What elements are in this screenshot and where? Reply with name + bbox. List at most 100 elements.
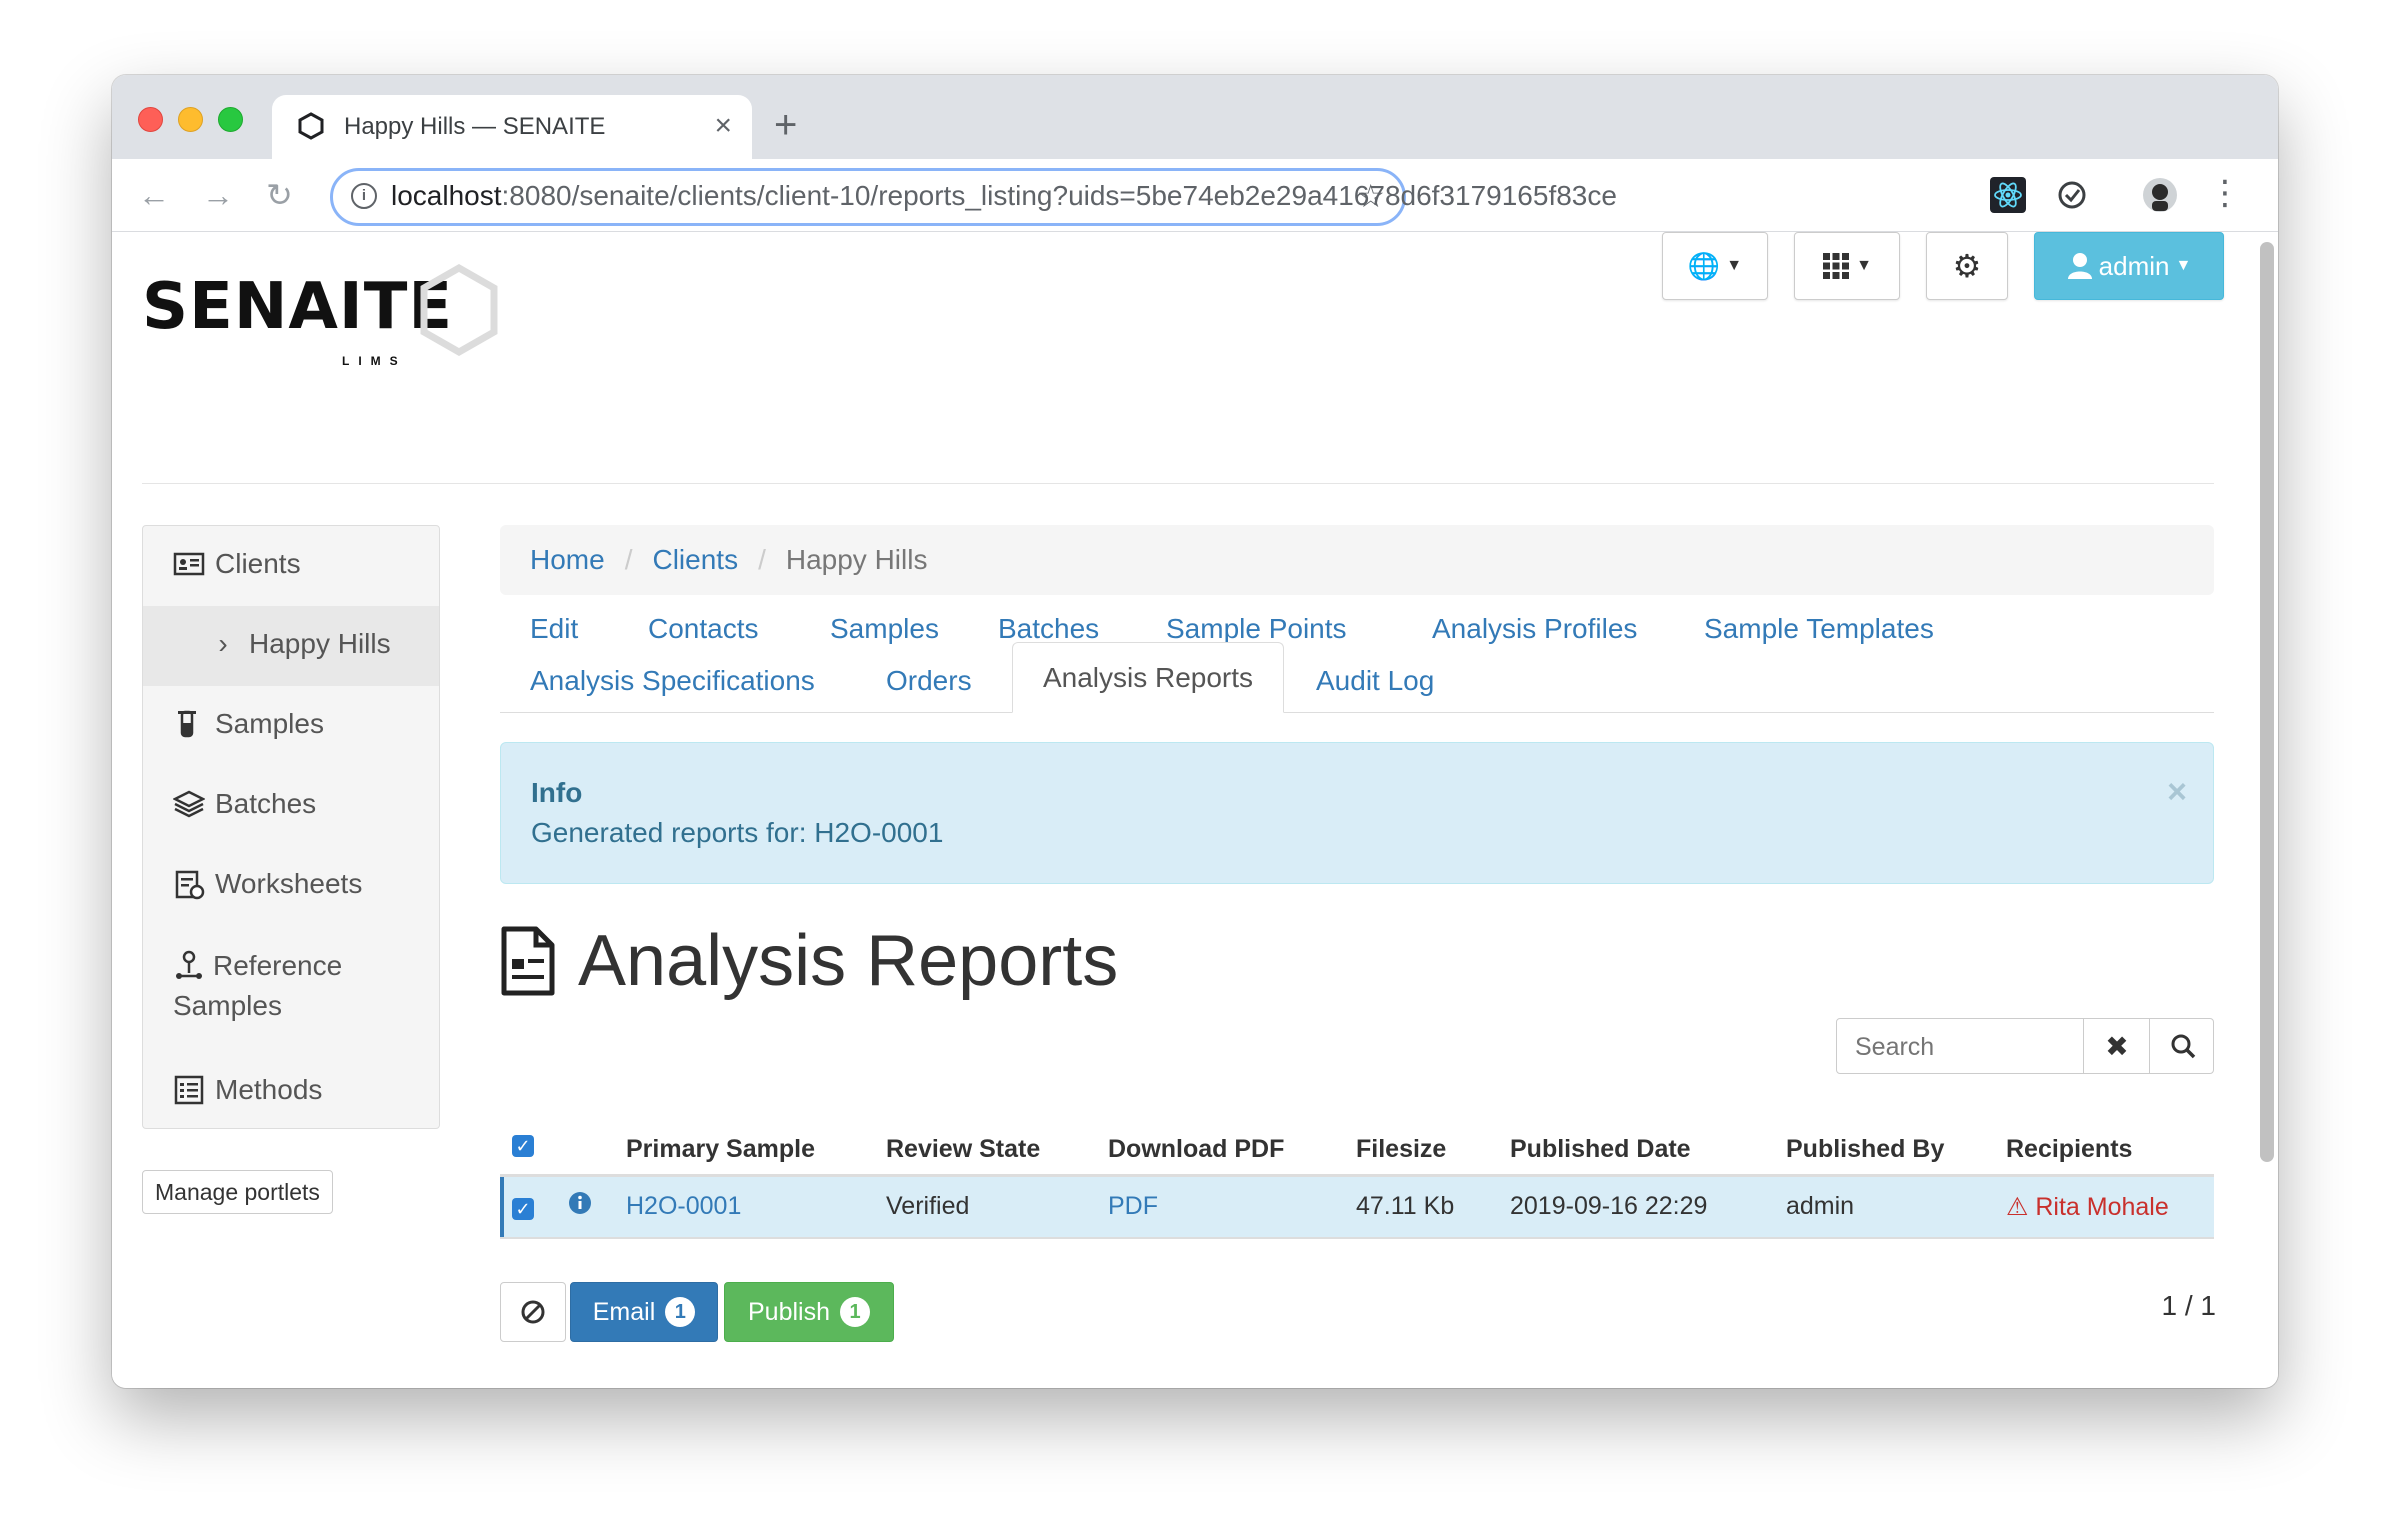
senaite-logo[interactable]: SENAITE LIMS [142, 264, 498, 368]
caret-down-icon: ▼ [2175, 257, 2192, 274]
manage-portlets-button[interactable]: Manage portlets [142, 1170, 333, 1214]
breadcrumb-separator: / [758, 544, 766, 575]
new-tab-button[interactable]: + [774, 105, 797, 145]
tab-close-icon[interactable]: × [714, 109, 732, 143]
tab-audit-log[interactable]: Audit Log [1316, 665, 1434, 697]
sidebar-nav: Clients › Happy Hills Samples Batches Wo… [142, 525, 440, 1129]
publish-label: Publish [748, 1297, 830, 1326]
minimize-window-button[interactable] [178, 107, 203, 132]
ban-icon [521, 1300, 545, 1324]
select-all-checkbox[interactable]: ✓ [512, 1135, 534, 1157]
url-path: :8080/senaite/clients/client-10/reports_… [501, 180, 1617, 211]
download-pdf-link[interactable]: PDF [1108, 1192, 1158, 1221]
tab-analysis-specifications[interactable]: Analysis Specifications [530, 665, 815, 697]
apps-dropdown[interactable]: ▼ [1794, 232, 1900, 300]
search-input[interactable] [1837, 1019, 2103, 1075]
user-icon [2067, 253, 2092, 279]
logo-text: SENAITE [142, 270, 454, 344]
reload-icon[interactable]: ↻ [266, 177, 293, 213]
alert-title: Info [531, 777, 583, 808]
recipient-name: Rita Mohale [2035, 1193, 2169, 1221]
sidebar-item-batches[interactable]: Batches [143, 788, 469, 820]
published-date: 2019-09-16 22:29 [1510, 1192, 1708, 1220]
column-header[interactable]: Review State [886, 1135, 1040, 1164]
language-dropdown[interactable]: 🌐 ▼ [1662, 232, 1768, 300]
sidebar-item-samples[interactable]: Samples [143, 708, 469, 740]
sidebar-item-clients[interactable]: Clients [143, 548, 469, 580]
url-text[interactable]: localhost:8080/senaite/clients/client-10… [391, 180, 1617, 212]
chevron-right-icon: › [218, 628, 228, 659]
tab-batches[interactable]: Batches [998, 613, 1099, 645]
column-header[interactable]: Primary Sample [626, 1135, 815, 1164]
react-devtools-icon[interactable] [1990, 177, 2026, 213]
breadcrumb-separator: / [624, 544, 633, 575]
column-header[interactable]: Filesize [1356, 1135, 1446, 1164]
tab-orders[interactable]: Orders [886, 665, 972, 697]
tab-samples[interactable]: Samples [830, 613, 939, 645]
filesize: 47.11 Kb [1356, 1192, 1455, 1220]
table-row-divider [500, 1237, 2214, 1239]
table-row[interactable]: ✓ H2O-0001 Verified PDF 47.11 Kb 2019-09… [500, 1177, 2214, 1237]
client-card-icon [173, 552, 205, 576]
deselect-button[interactable] [500, 1282, 566, 1342]
maximize-window-button[interactable] [218, 107, 243, 132]
user-name: admin [2098, 250, 2170, 281]
back-arrow-icon[interactable]: ← [138, 177, 170, 213]
page-title: Analysis Reports [578, 921, 1119, 1001]
email-button[interactable]: Email 1 [570, 1282, 718, 1342]
site-info-icon[interactable]: i [351, 183, 377, 209]
web-page: SENAITE LIMS 🌐 ▼ ▼ ⚙ admin ▼ Clients › H… [112, 232, 2278, 1388]
column-header[interactable]: Published Date [1510, 1135, 1691, 1164]
tab-sample-points[interactable]: Sample Points [1166, 613, 1347, 645]
grid-apps-icon [1823, 253, 1850, 279]
logo-subtitle: LIMS [342, 354, 407, 368]
browser-toolbar: ← → ↻ i localhost:8080/senaite/clients/c… [112, 159, 2278, 232]
publish-button[interactable]: Publish 1 [724, 1282, 894, 1342]
report-document-icon [501, 926, 555, 996]
alert-close-icon[interactable]: × [2167, 773, 2187, 812]
close-window-button[interactable] [138, 107, 163, 132]
email-count-badge: 1 [665, 1297, 696, 1327]
recipient[interactable]: ⚠ Rita Mohale [2006, 1192, 2169, 1222]
tab-analysis-reports[interactable]: Analysis Reports [1012, 642, 1284, 713]
column-header[interactable]: Published By [1786, 1135, 1944, 1164]
tab-edit[interactable]: Edit [530, 613, 578, 645]
sample-tube-icon [178, 710, 196, 738]
settings-button[interactable]: ⚙ [1926, 232, 2008, 300]
sidebar-item-worksheets[interactable]: Worksheets [143, 868, 469, 900]
row-checkbox[interactable]: ✓ [512, 1198, 534, 1220]
profile-avatar-icon[interactable] [2142, 177, 2178, 213]
page-scrollbar[interactable] [2260, 242, 2274, 1162]
breadcrumb-clients[interactable]: Clients [652, 544, 738, 576]
sidebar-item-label: Worksheets [215, 868, 363, 899]
search-icon[interactable] [2149, 1019, 2216, 1073]
tab-sample-templates[interactable]: Sample Templates [1704, 613, 1934, 645]
bookmark-star-icon[interactable]: ☆ [1356, 177, 1385, 215]
info-icon[interactable] [568, 1191, 592, 1215]
tab-contacts[interactable]: Contacts [648, 613, 759, 645]
search-box: ✖ [1836, 1018, 2216, 1075]
url-host: localhost [391, 180, 502, 211]
clear-search-icon[interactable]: ✖ [2083, 1019, 2150, 1073]
sidebar-item-methods[interactable]: Methods [143, 1074, 469, 1106]
sync-extension-icon[interactable] [2054, 177, 2090, 213]
sidebar-item-label: Clients [215, 548, 301, 579]
breadcrumb-home[interactable]: Home [530, 544, 605, 576]
primary-sample-link[interactable]: H2O-0001 [626, 1192, 741, 1221]
email-label: Email [592, 1297, 656, 1326]
column-header[interactable]: Download PDF [1108, 1135, 1284, 1164]
client-tabs-row-2: Analysis Specifications Orders Analysis … [500, 642, 2214, 713]
column-header[interactable]: Recipients [2006, 1135, 2132, 1164]
sidebar-item-label: Happy Hills [249, 628, 391, 659]
browser-tab[interactable]: Happy Hills — SENAITE × [272, 95, 752, 159]
layers-icon [173, 790, 205, 818]
user-menu-button[interactable]: admin ▼ [2034, 232, 2224, 300]
sidebar-item-reference-samples[interactable]: Reference Samples [143, 946, 439, 1026]
browser-menu-icon[interactable]: ⋮ [2208, 175, 2242, 211]
sidebar-item-happy-hills[interactable]: › Happy Hills [143, 606, 439, 686]
methods-icon [174, 1075, 204, 1105]
forward-arrow-icon[interactable]: → [202, 177, 234, 213]
tab-analysis-profiles[interactable]: Analysis Profiles [1432, 613, 1637, 645]
address-bar[interactable]: i localhost:8080/senaite/clients/client-… [330, 168, 1617, 226]
gear-icon: ⚙ [1952, 248, 1982, 284]
